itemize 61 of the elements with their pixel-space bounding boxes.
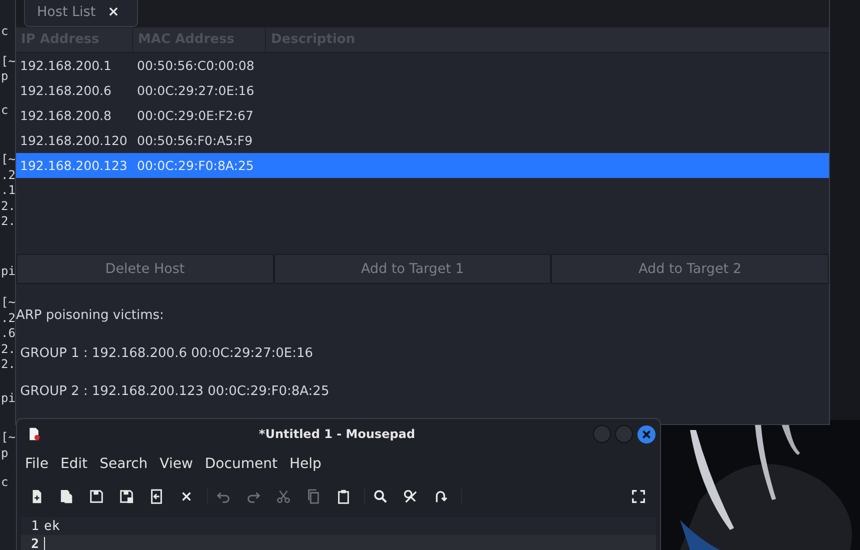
clipboard-icon[interactable] xyxy=(336,488,351,504)
terminal-text: [~ xyxy=(0,295,16,310)
line-number: 1 xyxy=(30,518,40,534)
save-as-icon[interactable] xyxy=(119,488,134,504)
log-text: ARP poisoning victims: xyxy=(16,307,165,325)
terminal-text: c xyxy=(0,102,10,118)
tab[interactable]: Host List × xyxy=(24,0,138,27)
terminal-text: p xyxy=(0,69,10,84)
table-cell-text: 00:0C:29:F0:8A:25 xyxy=(136,158,255,173)
terminal-text: 2. xyxy=(0,198,16,214)
table-row[interactable]: 192.168.200.1 00:50:56:C0:00:08 xyxy=(16,53,829,78)
terminal-text: .1 xyxy=(0,183,16,198)
terminal-text: p xyxy=(0,446,10,461)
table-row[interactable]: 192.168.200.8 00:0C:29:0E:F2:67 xyxy=(16,103,829,128)
terminal-text: 2. xyxy=(0,342,16,357)
terminal-text: [~ xyxy=(0,152,16,168)
arrow-icon[interactable] xyxy=(433,488,448,504)
table-cell-text: 00:0C:29:27:0E:16 xyxy=(136,83,256,98)
menu-item[interactable]: Search xyxy=(94,456,154,472)
text-cursor xyxy=(44,536,45,550)
window-title: *Untitled 1 - Mousepad xyxy=(258,427,416,441)
table-cell-text: 192.168.200.6 xyxy=(19,83,112,98)
search-icon[interactable] xyxy=(373,488,388,504)
table-cell-text: 00:0C:29:0E:F2:67 xyxy=(136,108,254,123)
close-button[interactable] xyxy=(637,424,656,444)
table-cell-text: 192.168.200.123 xyxy=(19,158,128,173)
terminal-text: .2 xyxy=(0,168,16,183)
table-cell-text: 00:50:56:F0:A5:F9 xyxy=(136,133,254,148)
menu-item[interactable]: Edit xyxy=(54,456,94,472)
menu-item[interactable]: Help xyxy=(283,456,328,472)
table-row[interactable]: 192.168.200.120 00:50:56:F0:A5:F9 xyxy=(16,128,829,153)
save-icon[interactable] xyxy=(89,488,104,504)
close-icon[interactable]: × xyxy=(108,4,120,20)
document-icon xyxy=(27,427,41,441)
terminal-text: 2. xyxy=(0,357,16,372)
terminal-text: [~ xyxy=(0,54,16,69)
terminal-text: .6 xyxy=(0,326,16,342)
log-text: GROUP 1 : 192.168.200.6 00:0C:29:27:0E:16 xyxy=(19,345,314,363)
log-text: GROUP 2 : 192.168.200.123 00:0C:29:F0:8A:25 xyxy=(19,383,330,401)
terminal-text: pi xyxy=(0,390,16,406)
fullscreen-icon[interactable] xyxy=(631,488,646,504)
terminal-text: c xyxy=(0,475,10,490)
menu-item[interactable]: View xyxy=(154,456,199,472)
table-row[interactable]: 192.168.200.6 00:0C:29:27:0E:16 xyxy=(16,78,829,103)
table-cell-text: 192.168.200.1 xyxy=(19,58,112,73)
table-cell-text: 192.168.200.120 xyxy=(19,133,128,148)
find-replace-icon[interactable] xyxy=(403,488,418,504)
terminal-text: [~ xyxy=(0,430,16,446)
terminal-text: .2 xyxy=(0,310,16,326)
terminal-text: pi xyxy=(0,264,16,279)
menu-item[interactable]: File xyxy=(19,456,54,472)
terminal-text: c xyxy=(0,24,10,40)
table-row[interactable]: 192.168.200.123 00:0C:29:F0:8A:25 xyxy=(16,153,829,178)
editor-text: ek xyxy=(44,518,60,534)
documents-icon[interactable] xyxy=(59,488,74,504)
tab-label: Host List xyxy=(37,4,96,20)
menu-item[interactable]: Document xyxy=(198,456,284,472)
table-cell-text: 00:50:56:C0:00:08 xyxy=(136,58,256,73)
line-number: 2 xyxy=(30,536,40,550)
terminal-text: 2. xyxy=(0,214,16,230)
table-cell-text: 192.168.200.8 xyxy=(19,108,112,123)
